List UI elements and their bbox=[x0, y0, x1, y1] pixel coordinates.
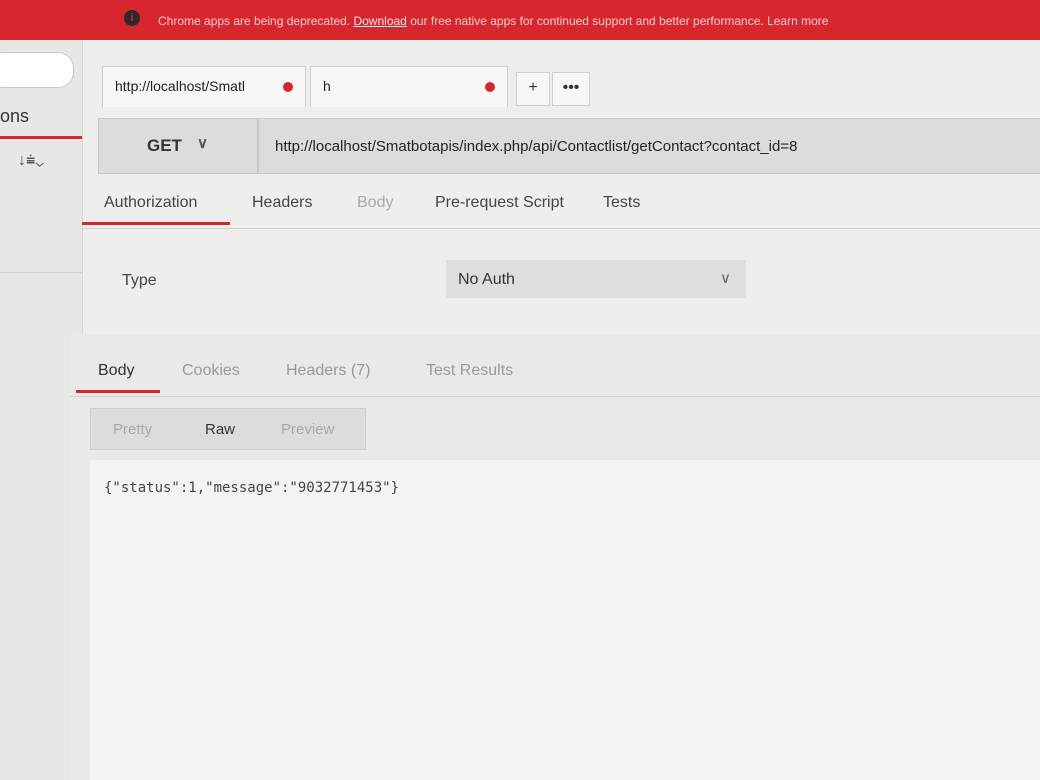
new-tab-button[interactable]: + bbox=[516, 72, 550, 106]
sidebar-tab-underline bbox=[0, 136, 82, 139]
request-tab-bar: http://localhost/Smatl h + ••• bbox=[88, 54, 1040, 116]
active-tab-underline bbox=[82, 222, 230, 225]
tab-body[interactable]: Body bbox=[357, 194, 393, 212]
auth-type-value: No Auth bbox=[458, 271, 515, 288]
banner-rest: our free native apps for continued suppo… bbox=[410, 14, 829, 28]
tab-pre-request-script[interactable]: Pre-request Script bbox=[435, 194, 564, 212]
tab-tests[interactable]: Tests bbox=[603, 194, 640, 212]
request-tab[interactable]: http://localhost/Smatl bbox=[102, 66, 306, 107]
unsaved-dot-icon bbox=[485, 82, 495, 92]
method-select[interactable]: GET ∨ bbox=[98, 118, 258, 174]
response-body-text: {"status":1,"message":"9032771453"} bbox=[104, 480, 400, 496]
url-input[interactable]: http://localhost/Smatbotapis/index.php/a… bbox=[258, 118, 1040, 174]
method-label: GET bbox=[147, 136, 182, 155]
request-tab[interactable]: h bbox=[310, 66, 508, 107]
pretty-button[interactable]: Pretty bbox=[113, 421, 152, 438]
info-icon: i bbox=[124, 10, 140, 26]
banner-message: Chrome apps are being deprecated. bbox=[158, 14, 351, 28]
response-tab-headers[interactable]: Headers (7) bbox=[286, 362, 370, 380]
sidebar-divider bbox=[0, 272, 82, 273]
sidebar-tab-collections[interactable]: ons bbox=[0, 106, 29, 127]
tab-authorization[interactable]: Authorization bbox=[104, 194, 197, 212]
response-tab-body[interactable]: Body bbox=[98, 362, 134, 380]
sidebar-search-input[interactable] bbox=[0, 52, 74, 88]
request-tab-title: h bbox=[323, 78, 331, 94]
chevron-down-icon: ∨ bbox=[197, 135, 208, 152]
auth-type-select[interactable]: No Auth ∨ bbox=[446, 260, 746, 298]
authorization-panel: Type No Auth ∨ bbox=[82, 240, 1040, 330]
raw-button[interactable]: Raw bbox=[205, 421, 235, 438]
response-body-viewer[interactable]: {"status":1,"message":"9032771453"} bbox=[90, 460, 1040, 780]
active-tab-underline bbox=[76, 390, 160, 393]
request-url-row: GET ∨ http://localhost/Smatbotapis/index… bbox=[98, 118, 1040, 174]
unsaved-dot-icon bbox=[283, 82, 293, 92]
response-panel: Body Cookies Headers (7) Test Results Pr… bbox=[70, 334, 1040, 780]
banner-text: Chrome apps are being deprecated. Downlo… bbox=[158, 14, 828, 28]
response-tabs: Body Cookies Headers (7) Test Results bbox=[70, 350, 1040, 397]
url-value: http://localhost/Smatbotapis/index.php/a… bbox=[275, 138, 798, 155]
format-toggle: Pretty Raw Preview bbox=[90, 408, 366, 450]
request-tabs: Authorization Headers Body Pre-request S… bbox=[82, 186, 1040, 229]
banner-download-link[interactable]: Download bbox=[353, 14, 406, 28]
response-tab-test-results[interactable]: Test Results bbox=[426, 362, 513, 380]
tab-headers[interactable]: Headers bbox=[252, 194, 312, 212]
chevron-down-icon: ∨ bbox=[720, 270, 731, 287]
tab-options-button[interactable]: ••• bbox=[552, 72, 590, 106]
preview-button[interactable]: Preview bbox=[281, 421, 334, 438]
auth-type-label: Type bbox=[122, 272, 157, 289]
response-tab-cookies[interactable]: Cookies bbox=[182, 362, 240, 380]
request-tab-title: http://localhost/Smatl bbox=[115, 78, 245, 94]
deprecation-banner: i Chrome apps are being deprecated. Down… bbox=[0, 0, 1040, 40]
sort-icon[interactable]: ↓⩧⌄ bbox=[18, 152, 44, 170]
